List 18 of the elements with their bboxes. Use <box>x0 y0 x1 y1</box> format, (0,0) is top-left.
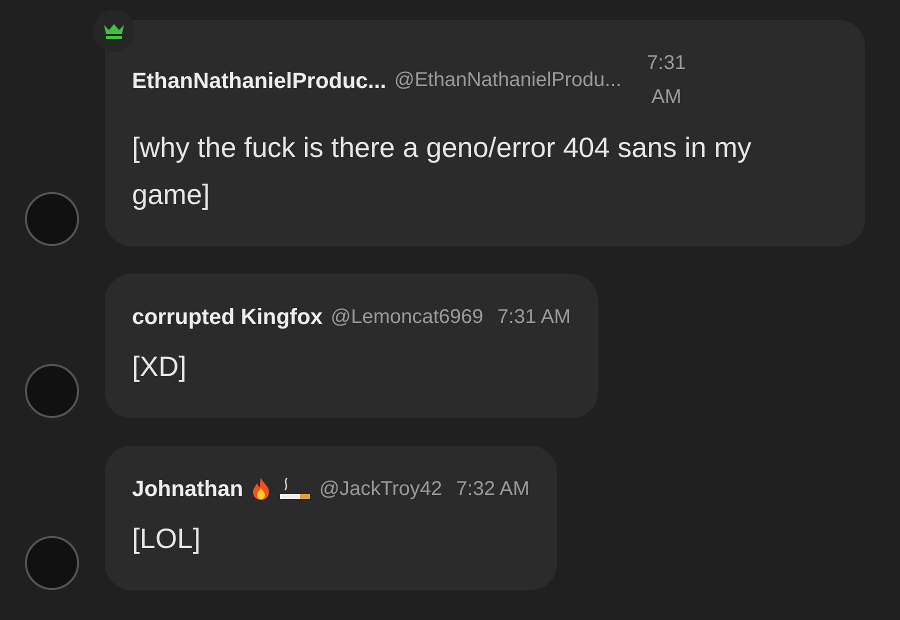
author-name[interactable]: EthanNathanielProduc... <box>132 64 386 96</box>
cigarette-icon <box>279 476 312 500</box>
message-text: [XD] <box>132 350 188 384</box>
author-handle[interactable]: @Lemoncat6969 <box>330 302 484 332</box>
author-name[interactable]: Johnathan <box>132 472 244 505</box>
crown-icon <box>103 23 125 39</box>
author-name[interactable]: corrupted Kingfox <box>132 300 323 333</box>
author-handle[interactable]: @JackTroy42 <box>319 474 442 504</box>
author-handle[interactable]: @EthanNathanielProdu... <box>394 65 622 95</box>
timestamp: 7:31 AM <box>646 51 687 110</box>
timestamp: 7:31 AM <box>497 304 571 330</box>
flame-icon <box>251 476 272 500</box>
avatar[interactable] <box>25 536 79 590</box>
avatar[interactable] <box>25 364 79 418</box>
message-text: [why the fuck is there a geno/error 404 sans in my game] <box>132 131 752 212</box>
timestamp: 7:32 AM <box>456 476 530 502</box>
message-text: [LOL] <box>132 522 202 556</box>
avatar[interactable] <box>25 192 79 246</box>
